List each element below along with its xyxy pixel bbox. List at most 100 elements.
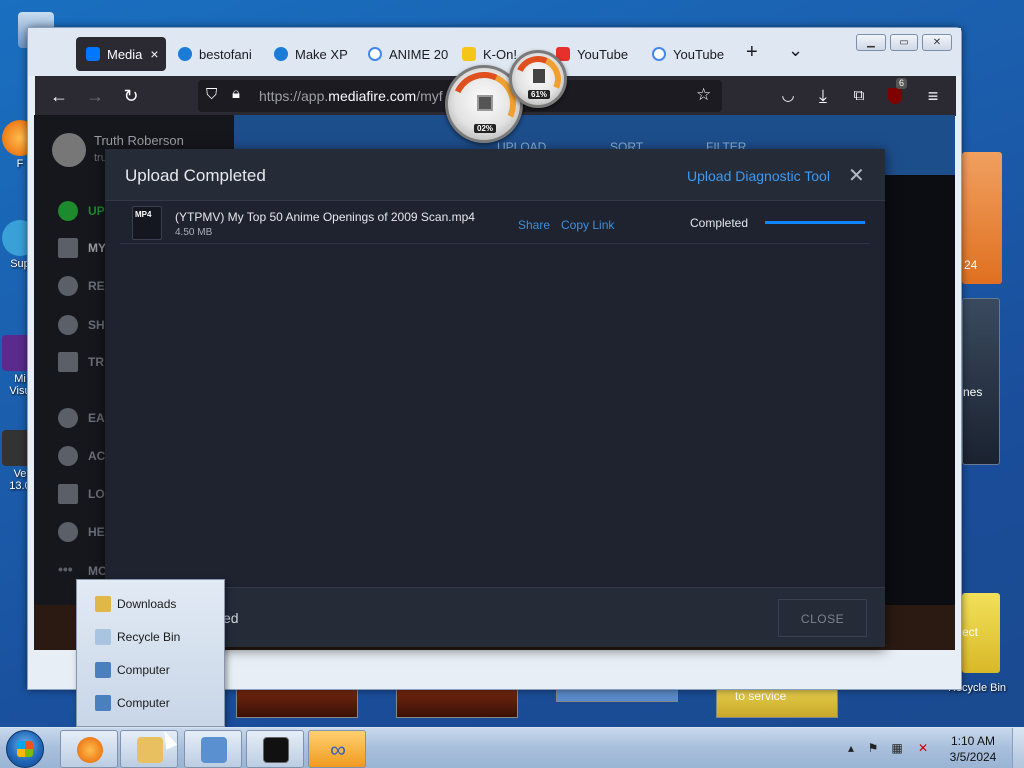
tab-anime[interactable]: ANIME 20 <box>358 37 448 71</box>
clock-icon <box>58 276 78 296</box>
action-center-flag-icon[interactable]: ⚑ <box>866 741 880 755</box>
close-tab-icon[interactable]: × <box>150 46 158 62</box>
taskbar-cmd[interactable] <box>246 730 304 768</box>
connect-gadget[interactable]: ect <box>962 593 1000 673</box>
clock-time: 1:10 AM <box>950 734 996 748</box>
tab-mediafire[interactable]: Media × <box>76 37 166 71</box>
taskbar-app[interactable]: ∞ <box>308 730 366 768</box>
calendar-gadget[interactable]: 24 <box>962 152 1002 284</box>
copy-link[interactable]: Copy Link <box>561 218 614 232</box>
service-gadget[interactable]: to service <box>716 686 838 718</box>
media-gadget-text: nes <box>963 385 983 399</box>
close-button[interactable]: CLOSE <box>778 599 867 637</box>
mediafire-favicon-icon <box>86 47 100 61</box>
forward-button[interactable]: → <box>83 84 107 108</box>
user-name: Truth Roberson <box>94 133 184 148</box>
start-button[interactable] <box>6 730 44 768</box>
sidebar-item-label: TR <box>88 355 104 369</box>
calendar-year: 24 <box>964 258 978 272</box>
clock-date: 3/5/2024 <box>949 750 997 764</box>
close-icon: ✕ <box>932 37 942 48</box>
upload-file-row: MP4 (YTPMV) My Top 50 Anime Openings of … <box>120 202 870 244</box>
list-all-tabs-button[interactable]: ⌄ <box>788 40 803 61</box>
new-tab-button[interactable]: + <box>746 41 758 64</box>
sidebar-item-label: UP <box>88 204 105 218</box>
taskbar: ∞ ▴ ⚑ ▦ ✕ 1:10 AM 3/5/2024 <box>0 727 1024 768</box>
upload-status: Completed <box>690 216 749 230</box>
close-window-button[interactable]: ✕ <box>922 34 952 51</box>
lock-icon[interactable]: 🔒︎ <box>232 85 240 102</box>
upgrade-icon <box>58 201 78 221</box>
edge-favicon-icon <box>274 47 288 61</box>
url-text: https://app.mediafire.com/myf <box>259 88 443 104</box>
extensions-icon[interactable]: ⧉ <box>847 84 871 108</box>
tab-makexp[interactable]: Make XP <box>264 37 354 71</box>
connect-gadget-text: ect <box>962 625 979 639</box>
close-icon[interactable]: ✕ <box>848 163 865 188</box>
tab-label: YouTube <box>577 46 629 62</box>
explorer-jump-list: Downloads Recycle Bin Computer Computer <box>76 579 225 727</box>
google-favicon-icon <box>368 47 382 61</box>
maximize-icon: ▭ <box>899 37 909 48</box>
shield-icon[interactable]: ⛉ <box>206 86 217 103</box>
tab-label: YouTube <box>673 46 725 62</box>
taskbar-remote-desktop[interactable] <box>184 730 242 768</box>
cpu-chip-icon <box>477 95 493 111</box>
back-button[interactable]: ← <box>47 84 71 108</box>
cmd-icon <box>263 737 289 763</box>
imdb-favicon-icon <box>462 47 476 61</box>
background-thumbnail <box>396 686 518 718</box>
desktop-icon-label: F <box>16 158 24 170</box>
file-name: (YTPMV) My Top 50 Anime Openings of 2009… <box>175 210 475 224</box>
trash-icon <box>58 352 78 372</box>
volume-muted-icon[interactable]: ✕ <box>916 741 930 755</box>
computer-icon <box>95 662 111 678</box>
upload-diagnostic-tool-link[interactable]: Upload Diagnostic Tool <box>687 168 830 184</box>
infinity-icon: ∞ <box>330 737 346 762</box>
jump-list-label: Computer <box>117 696 170 710</box>
upload-progress-bar <box>765 221 865 224</box>
cpu-value: 02% <box>474 124 497 133</box>
show-hidden-icons-icon[interactable]: ▴ <box>844 741 858 755</box>
footer-text: ed <box>223 610 239 626</box>
firefox-icon <box>77 737 103 763</box>
minimize-button[interactable]: ▁ <box>856 34 886 51</box>
clock[interactable]: 1:10 AM 3/5/2024 <box>940 733 1006 765</box>
tab-youtube-2[interactable]: YouTube <box>642 37 732 71</box>
sidebar-item-label: SH <box>88 318 105 332</box>
jump-list-label: Recycle Bin <box>117 630 181 644</box>
share-link[interactable]: Share <box>518 218 550 232</box>
downloads-icon[interactable]: ⤓ <box>811 84 835 108</box>
taskbar-firefox[interactable] <box>60 730 118 768</box>
menu-icon[interactable]: ≡ <box>921 84 945 108</box>
memory-value: 61% <box>528 90 551 99</box>
sidebar-item-label: EA <box>88 411 105 425</box>
media-gadget[interactable]: nes <box>962 298 1000 465</box>
modal-header: Upload Completed Upload Diagnostic Tool … <box>105 149 885 201</box>
maximize-button[interactable]: ▭ <box>890 34 918 51</box>
remote-desktop-icon <box>201 737 227 763</box>
pocket-icon[interactable]: ◡ <box>776 84 800 108</box>
upload-progress-fill <box>765 221 865 224</box>
network-icon[interactable]: ▦ <box>890 741 904 755</box>
tab-label: Make XP <box>295 46 348 62</box>
sidebar-item-label: HE <box>88 525 105 539</box>
recycle-bin-icon <box>95 629 111 645</box>
sidebar-item-label: RE <box>88 279 105 293</box>
system-tray: ▴ ⚑ ▦ ✕ 1:10 AM 3/5/2024 <box>840 728 1024 768</box>
sidebar-item-label: MY <box>88 241 106 255</box>
bookmark-star-icon[interactable]: ☆ <box>696 85 711 105</box>
tab-bestofanime[interactable]: bestofani <box>168 37 258 71</box>
sidebar-item-label: AC <box>88 449 106 463</box>
reload-button[interactable]: ↻ <box>119 84 143 108</box>
ublock-icon[interactable]: 6 <box>883 78 908 108</box>
show-desktop-button[interactable] <box>1012 728 1024 768</box>
service-gadget-text: to service <box>735 689 787 703</box>
people-icon <box>58 315 78 335</box>
help-icon <box>58 522 78 542</box>
sidebar-item-label: LO <box>88 487 105 501</box>
tab-label: Media <box>107 46 143 62</box>
more-icon: ••• <box>58 561 73 577</box>
memory-meter-gadget[interactable]: 61% <box>508 49 568 109</box>
avatar[interactable] <box>52 133 86 167</box>
